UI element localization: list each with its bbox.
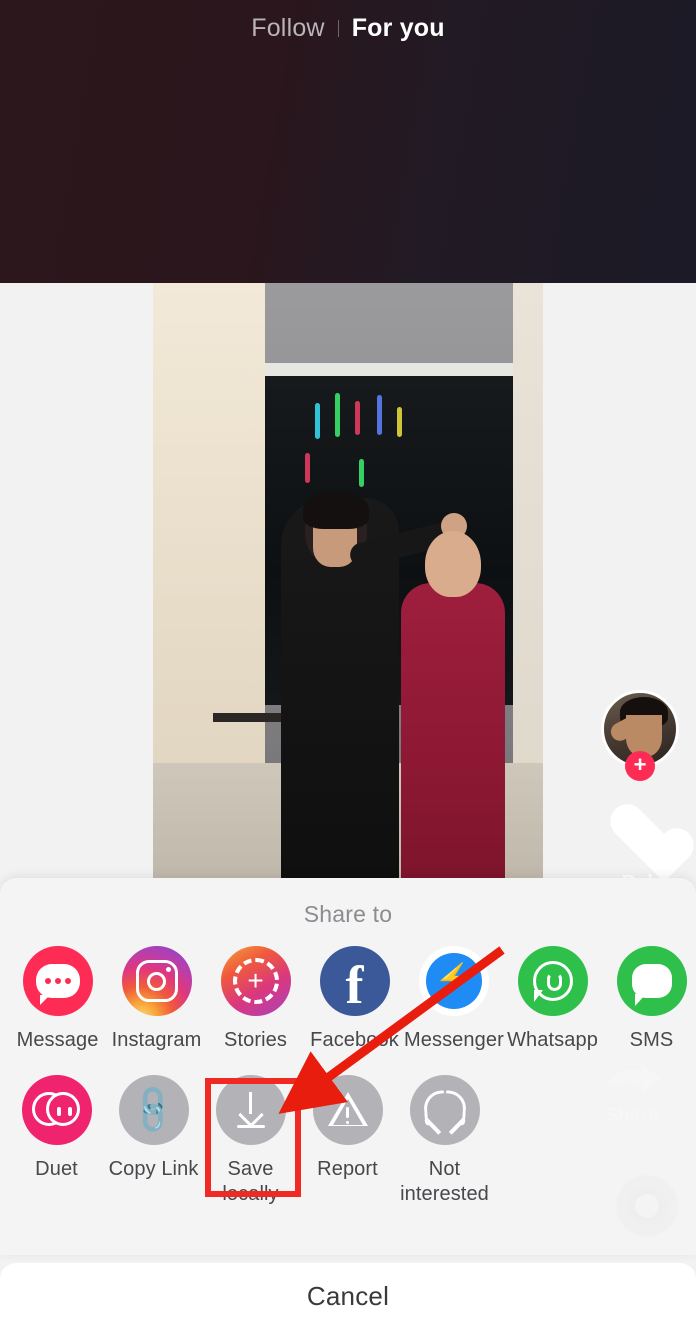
- person-a-hair: [303, 491, 369, 529]
- tab-for-you[interactable]: For you: [352, 14, 445, 43]
- share-option-facebook[interactable]: f Facebook: [305, 946, 404, 1053]
- share-option-save-locally[interactable]: Save locally: [202, 1075, 299, 1207]
- share-option-label: Not interested: [400, 1158, 489, 1205]
- share-arrow-icon: [606, 1064, 660, 1092]
- messenger-icon[interactable]: ⚡: [418, 946, 489, 1016]
- share-sheet-title: Share to: [303, 901, 393, 927]
- stories-icon[interactable]: +: [220, 946, 291, 1016]
- whatsapp-icon[interactable]: [517, 946, 588, 1016]
- share-action-ghost: Share: [592, 1060, 672, 1127]
- share-option-stories[interactable]: + Stories: [206, 946, 305, 1053]
- instagram-icon[interactable]: [121, 946, 192, 1016]
- share-option-label: Stories: [224, 1029, 287, 1051]
- led-light: [377, 395, 382, 435]
- share-option-label: Copy Link: [108, 1158, 199, 1180]
- follow-plus-icon[interactable]: +: [625, 751, 655, 781]
- tiktok-share-screen: Follow For you + Share to Message Instag…: [0, 0, 696, 1330]
- video-ledge: [265, 363, 513, 376]
- share-option-message[interactable]: Message: [8, 946, 107, 1053]
- led-light: [355, 401, 360, 435]
- cancel-label: Cancel: [306, 1281, 390, 1311]
- share-option-label: Report: [317, 1158, 378, 1180]
- broken-heart-icon[interactable]: [409, 1075, 480, 1145]
- share-option-label: Facebook: [310, 1029, 399, 1051]
- sms-icon[interactable]: [616, 946, 687, 1016]
- share-option-label: Messenger: [404, 1029, 504, 1051]
- share-option-whatsapp[interactable]: Whatsapp: [503, 946, 602, 1053]
- cancel-button[interactable]: Cancel: [0, 1263, 696, 1330]
- action-rail: + Bck: [600, 690, 680, 895]
- duet-icon[interactable]: [21, 1075, 92, 1145]
- feed-tab-bar: Follow For you: [0, 8, 696, 48]
- warning-icon[interactable]: [312, 1075, 383, 1145]
- person-b-dress: [401, 583, 505, 883]
- led-light: [359, 459, 364, 487]
- share-option-label: Whatsapp: [507, 1029, 598, 1051]
- share-option-label: Duet: [35, 1158, 78, 1180]
- share-option-label: Instagram: [111, 1029, 202, 1051]
- led-light: [315, 403, 320, 439]
- share-option-label: Save locally: [222, 1158, 279, 1205]
- share-option-duet[interactable]: Duet: [8, 1075, 105, 1207]
- music-disc-icon: [616, 1175, 678, 1237]
- tab-follow[interactable]: Follow: [251, 14, 324, 43]
- avatar-wrapper[interactable]: +: [601, 690, 679, 781]
- link-icon[interactable]: 🔗: [118, 1075, 189, 1145]
- share-option-messenger[interactable]: ⚡ Messenger: [404, 946, 504, 1053]
- led-light: [305, 453, 310, 483]
- share-label: Share: [605, 1105, 659, 1126]
- download-icon[interactable]: [215, 1075, 286, 1145]
- share-option-copy-link[interactable]: 🔗 Copy Link: [105, 1075, 202, 1207]
- video-content[interactable]: Vigo Video 10173232067: [153, 283, 543, 883]
- share-option-label: Message: [16, 1029, 99, 1051]
- message-icon[interactable]: [22, 946, 93, 1016]
- share-row-apps: Message Instagram + Stories f Facebook ⚡…: [0, 946, 696, 1053]
- share-option-report[interactable]: Report: [299, 1075, 396, 1207]
- led-light: [335, 393, 340, 437]
- person-b-head: [425, 531, 481, 597]
- led-light: [397, 407, 402, 437]
- share-option-instagram[interactable]: Instagram: [107, 946, 206, 1053]
- tab-divider: [337, 19, 339, 37]
- heart-icon[interactable]: [607, 806, 673, 866]
- share-option-sms[interactable]: SMS: [602, 946, 696, 1053]
- facebook-icon[interactable]: f: [319, 946, 390, 1016]
- share-option-not-interested[interactable]: Not interested: [396, 1075, 493, 1207]
- share-option-label: SMS: [629, 1029, 674, 1051]
